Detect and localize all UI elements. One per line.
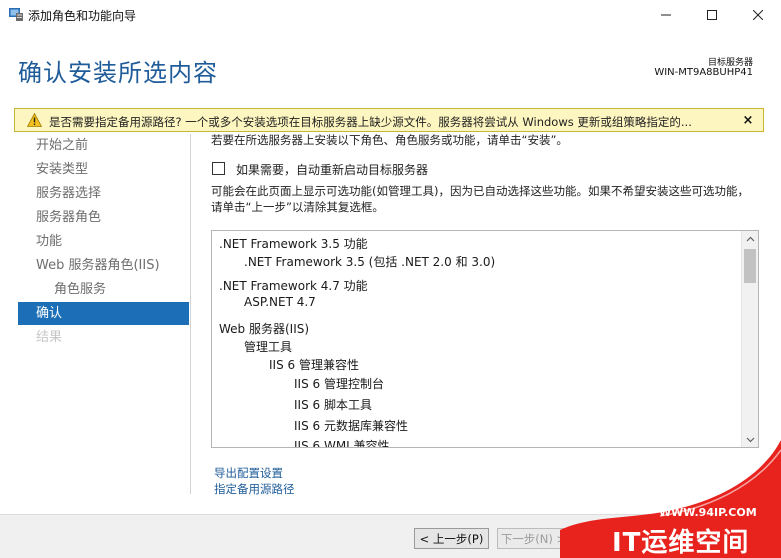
previous-button[interactable]: < 上一步(P) (414, 528, 489, 549)
optional-features-note: 可能会在此页面上显示可选功能(如管理工具)，因为已自动选择这些功能。如果不希望安… (211, 184, 749, 214)
list-item: IIS 6 WMI 兼容性 (294, 439, 390, 448)
selected-features-list[interactable]: .NET Framework 3.5 功能 .NET Framework 3.5… (211, 230, 759, 448)
list-item: Web 服务器(IIS) (219, 322, 310, 336)
warning-icon (27, 113, 42, 127)
sidebar-item-before-you-begin[interactable]: 开始之前 (18, 134, 189, 157)
page-title: 确认安装所选内容 (18, 59, 218, 87)
watermark-brand: IT运维空间 (612, 528, 750, 558)
minimize-button[interactable] (643, 0, 689, 30)
close-button[interactable] (735, 0, 781, 30)
restart-checkbox-label[interactable]: 如果需要，自动重新启动目标服务器 (236, 161, 428, 178)
list-item: IIS 6 元数据库兼容性 (294, 419, 408, 433)
window-title: 添加角色和功能向导 (28, 9, 137, 23)
maximize-icon (707, 10, 717, 20)
list-scrollbar[interactable] (741, 231, 758, 447)
minimize-icon (661, 14, 671, 16)
title-bar: 添加角色和功能向导 (0, 0, 781, 30)
scroll-thumb[interactable] (744, 249, 756, 283)
warning-text: 是否需要指定备用源路径? 一个或多个安装选项在目标服务器上缺少源文件。服务器将尝… (49, 115, 692, 129)
warning-close-button[interactable]: × (740, 112, 756, 128)
sidebar-item-role-services[interactable]: 角色服务 (18, 278, 189, 301)
sidebar-item-web-server-role[interactable]: Web 服务器角色(IIS) (18, 254, 189, 277)
list-item: IIS 6 管理兼容性 (269, 358, 359, 372)
export-config-link[interactable]: 导出配置设置 (214, 465, 283, 481)
list-item: .NET Framework 3.5 (包括 .NET 2.0 和 3.0) (244, 255, 496, 269)
sidebar-item-server-selection[interactable]: 服务器选择 (18, 182, 189, 205)
install-instruction: 若要在所选服务器上安装以下角色、角色服务或功能，请单击“安装”。 (211, 133, 568, 147)
list-item: IIS 6 管理控制台 (294, 377, 384, 391)
list-item: .NET Framework 3.5 功能 (219, 237, 368, 251)
list-item: 管理工具 (244, 340, 293, 354)
list-item: IIS 6 脚本工具 (294, 398, 372, 412)
sidebar-item-server-roles[interactable]: 服务器角色 (18, 206, 189, 229)
watermark-url: WWW.94IP.COM (659, 506, 757, 519)
sidebar-item-features[interactable]: 功能 (18, 230, 189, 253)
sidebar-divider (190, 134, 191, 494)
sidebar-item-installation-type[interactable]: 安装类型 (18, 158, 189, 181)
close-icon (753, 10, 763, 20)
warning-banner[interactable]: 是否需要指定备用源路径? 一个或多个安装选项在目标服务器上缺少源文件。服务器将尝… (14, 108, 764, 132)
restart-checkbox[interactable] (212, 162, 225, 175)
alternate-source-link[interactable]: 指定备用源路径 (214, 481, 295, 497)
destination-server-name: WIN-MT9A8BUHP41 (654, 67, 753, 78)
wizard-sidebar: 开始之前 安装类型 服务器选择 服务器角色 功能 Web 服务器角色(IIS) … (18, 134, 190, 494)
maximize-button[interactable] (689, 0, 735, 30)
sidebar-item-results: 结果 (36, 330, 63, 345)
scroll-up-icon[interactable] (746, 235, 755, 244)
server-manager-icon (9, 8, 23, 21)
list-item: ASP.NET 4.7 (244, 295, 316, 309)
sidebar-item-confirmation[interactable]: 确认 (18, 302, 189, 325)
list-item: .NET Framework 4.7 功能 (219, 279, 368, 293)
